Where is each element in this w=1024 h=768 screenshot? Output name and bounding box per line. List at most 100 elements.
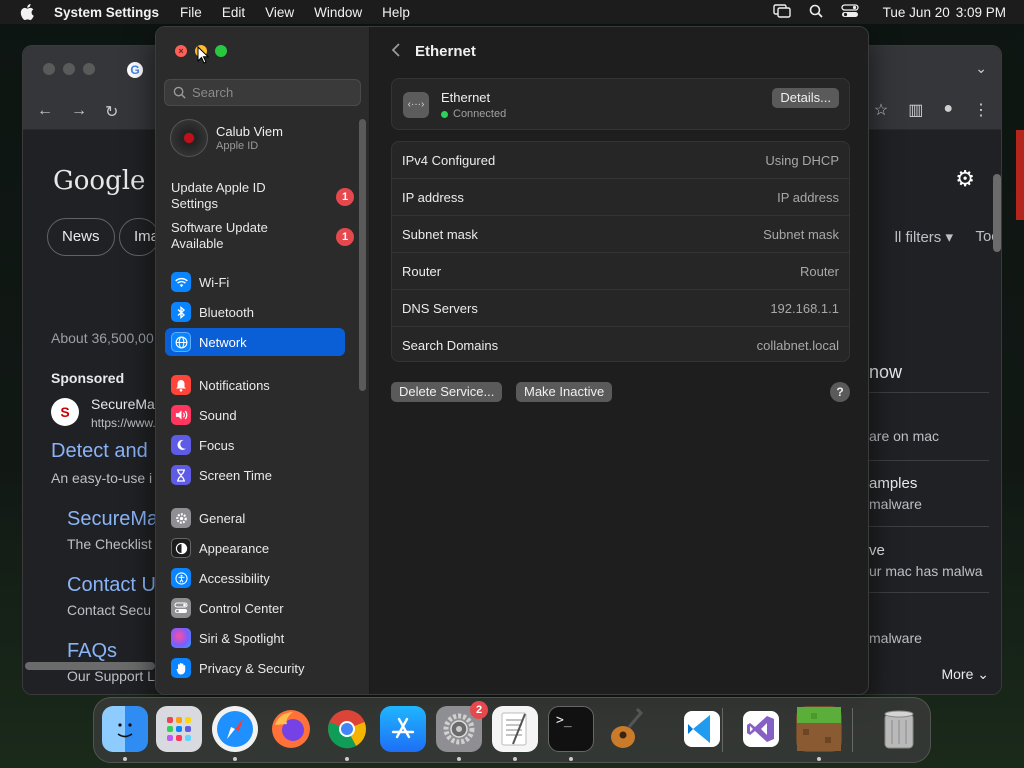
sidebar-item-general[interactable]: General (165, 504, 345, 532)
side-result-sub: malware (869, 496, 922, 512)
alert-label: Software Update Available (171, 220, 268, 251)
sidebar-item-accessibility[interactable]: Accessibility (165, 564, 345, 592)
info-key: IP address (402, 189, 464, 205)
sidebar-item-focus[interactable]: Focus (165, 431, 345, 459)
menu-view[interactable]: View (265, 5, 294, 20)
all-filters-button[interactable]: ll filters ▾ (895, 228, 953, 246)
make-inactive-button[interactable]: Make Inactive (516, 382, 613, 402)
menu-file[interactable]: File (180, 5, 202, 20)
news-chip[interactable]: News (47, 218, 115, 256)
service-name: Ethernet (441, 90, 491, 105)
gear-icon[interactable]: ⚙ (955, 166, 975, 192)
sidebar-item-notifications[interactable]: Notifications (165, 371, 345, 399)
firefox-icon[interactable] (268, 706, 314, 752)
ad-url[interactable]: https://www. (91, 416, 156, 430)
result-title[interactable]: Contact U (67, 574, 156, 597)
screen-mirroring-icon[interactable] (772, 3, 791, 21)
clock-date: Tue Jun 20 (882, 4, 950, 20)
service-status: Connected (441, 108, 506, 120)
back-arrow-icon[interactable]: ← (37, 102, 53, 122)
details-button[interactable]: Details... (772, 88, 839, 108)
side-panel-icon[interactable]: ▥ (908, 100, 923, 120)
google-logo[interactable]: Google (53, 166, 145, 196)
sidebar-item-appearance[interactable]: Appearance (165, 534, 345, 562)
ethernet-service-card: ‹···› Ethernet Connected Details... (391, 78, 850, 130)
safari-icon[interactable] (212, 706, 258, 752)
divider (869, 526, 989, 527)
info-row: IP address IP address (392, 179, 849, 216)
result-title[interactable]: Detect and (51, 440, 148, 463)
sidebar-item-control-center[interactable]: Control Center (165, 594, 345, 622)
apple-id-account[interactable]: Calub Viem Apple ID (170, 119, 283, 157)
results-count: About 36,500,00 (51, 330, 154, 346)
chrome-close-button[interactable] (43, 63, 55, 75)
forward-arrow-icon[interactable]: → (71, 102, 87, 122)
menu-clock[interactable]: Tue Jun 20 3:09 PM (877, 5, 1006, 20)
apple-menu-icon[interactable] (18, 4, 36, 20)
minecraft-icon[interactable] (796, 706, 842, 752)
chrome-zoom-button[interactable] (83, 63, 95, 75)
sidebar-item-siri-spotlight[interactable]: Siri & Spotlight (165, 624, 345, 652)
chevron-down-icon[interactable]: ⌄ (975, 60, 987, 77)
menu-edit[interactable]: Edit (222, 5, 245, 20)
sidebar-search[interactable] (164, 79, 361, 106)
profile-icon[interactable]: ● (943, 100, 953, 120)
help-button[interactable]: ? (830, 382, 850, 402)
menu-bar: System Settings File Edit View Window He… (0, 0, 1024, 24)
software-update-item[interactable]: Software Update Available 1 (171, 220, 361, 252)
sidebar-item-network[interactable]: Network (165, 328, 345, 356)
zoom-button[interactable] (215, 45, 227, 57)
info-value: Router (799, 263, 839, 279)
update-apple-id-item[interactable]: Update Apple ID Settings 1 (171, 180, 361, 212)
search-input[interactable] (192, 85, 352, 100)
reload-icon[interactable]: ↻ (105, 102, 118, 122)
sidebar-scrollbar[interactable] (359, 119, 366, 391)
more-menu-icon[interactable]: ⋮ (973, 100, 989, 120)
launchpad-icon[interactable] (156, 706, 202, 752)
result-title[interactable]: SecureMa (67, 508, 158, 531)
menu-app-name[interactable]: System Settings (54, 5, 159, 20)
control-center-icon[interactable] (841, 3, 859, 21)
sidebar-item-bluetooth[interactable]: Bluetooth (165, 298, 345, 326)
google-favicon-icon[interactable]: G (127, 62, 143, 78)
sidebar-item-wifi[interactable]: Wi-Fi (165, 268, 345, 296)
garageband-icon[interactable] (604, 706, 650, 752)
page-scrollbar[interactable] (993, 174, 1001, 252)
sidebar-item-privacy-security[interactable]: Privacy & Security (165, 654, 345, 682)
back-button[interactable] (391, 41, 401, 62)
delete-service-button[interactable]: Delete Service... (391, 382, 503, 402)
vscode-icon[interactable] (679, 706, 725, 752)
ad-site-name[interactable]: SecureMa (91, 396, 155, 412)
search-icon[interactable] (809, 4, 823, 21)
more-button[interactable]: More ⌄ (941, 666, 989, 683)
bookmark-star-icon[interactable]: ☆ (874, 100, 888, 120)
side-result-title[interactable]: now (869, 362, 902, 383)
sidebar-item-screen-time[interactable]: Screen Time (165, 461, 345, 489)
finder-icon[interactable] (102, 706, 148, 752)
alert-label: Update Apple ID Settings (171, 180, 266, 211)
menu-help[interactable]: Help (382, 5, 410, 20)
horizontal-scrollbar[interactable] (25, 662, 155, 670)
close-button[interactable]: × (175, 45, 187, 57)
mouse-cursor-icon (197, 45, 210, 69)
terminal-icon[interactable]: >_ (548, 706, 594, 752)
textedit-icon[interactable] (492, 706, 538, 752)
app-store-icon[interactable] (380, 706, 426, 752)
info-key: Search Domains (402, 338, 499, 353)
side-result-sub[interactable]: are on mac (869, 428, 939, 444)
info-row: IPv4 Configured Using DHCP (392, 142, 849, 179)
info-value: collabnet.local (756, 338, 839, 353)
side-result-sub[interactable]: malware (869, 630, 922, 646)
info-key: IPv4 Configured (402, 152, 496, 168)
sidebar-item-sound[interactable]: Sound (165, 401, 345, 429)
result-desc: Our Support L (67, 668, 155, 684)
trash-icon[interactable] (876, 706, 922, 752)
side-result-title[interactable]: ve (869, 542, 885, 559)
menu-window[interactable]: Window (314, 5, 362, 20)
chrome-icon[interactable] (324, 706, 370, 752)
result-title[interactable]: FAQs (67, 640, 117, 663)
side-result-title[interactable]: amples (869, 475, 917, 492)
visual-studio-icon[interactable] (738, 706, 784, 752)
chrome-minimize-button[interactable] (63, 63, 75, 75)
images-chip[interactable]: Ima (119, 218, 159, 256)
